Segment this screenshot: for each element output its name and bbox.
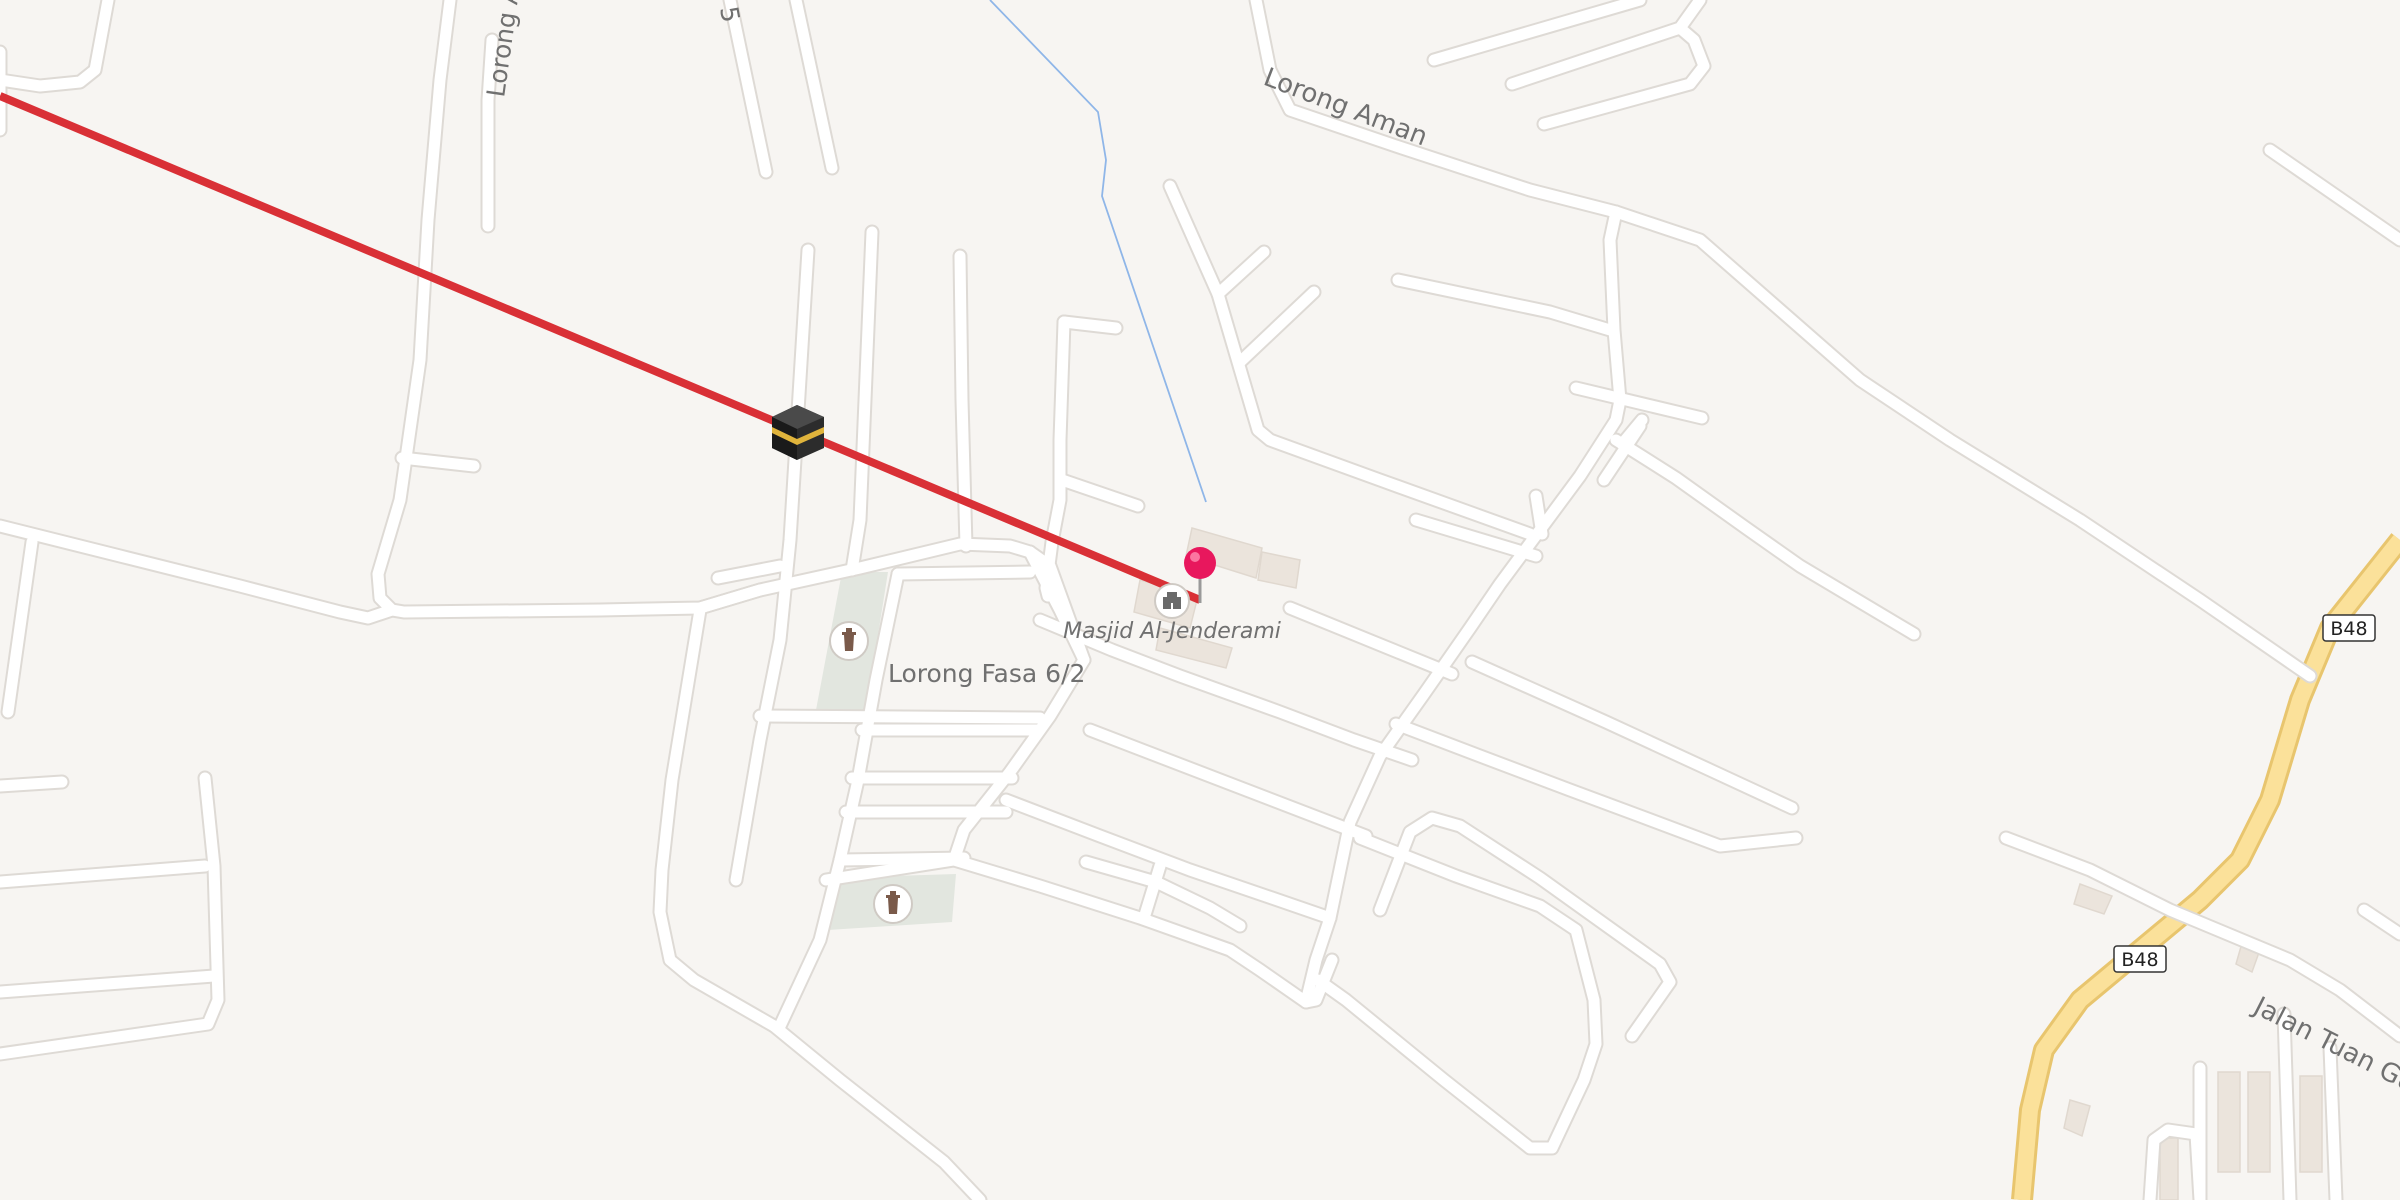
road-segment[interactable] — [2278, 1008, 2296, 1200]
svg-text:B48: B48 — [2121, 949, 2158, 971]
cemetery-icon[interactable] — [873, 884, 913, 924]
road-segment[interactable] — [1058, 316, 1122, 334]
poi-label-mosque: Masjid Al-Jenderami — [1063, 619, 1281, 644]
road-segment[interactable] — [754, 710, 1046, 724]
road-segment[interactable] — [1530, 490, 1548, 540]
route-shield-b48: B48 — [2322, 614, 2376, 642]
road-segment[interactable] — [0, 776, 68, 792]
cemetery-icon[interactable] — [829, 621, 869, 661]
mosque-icon[interactable] — [1154, 583, 1190, 619]
road-segment[interactable] — [2324, 1042, 2342, 1200]
road-segment[interactable] — [892, 566, 1036, 580]
street-label-lorong-fasa: Lorong Fasa 6/2 — [888, 659, 1085, 688]
svg-text:B48: B48 — [2330, 618, 2367, 640]
route-shield-b48: B48 — [2113, 945, 2167, 973]
map-canvas[interactable]: Lorong A 5 Lorong Aman Lorong Fasa 6/2 J… — [0, 0, 2400, 1200]
